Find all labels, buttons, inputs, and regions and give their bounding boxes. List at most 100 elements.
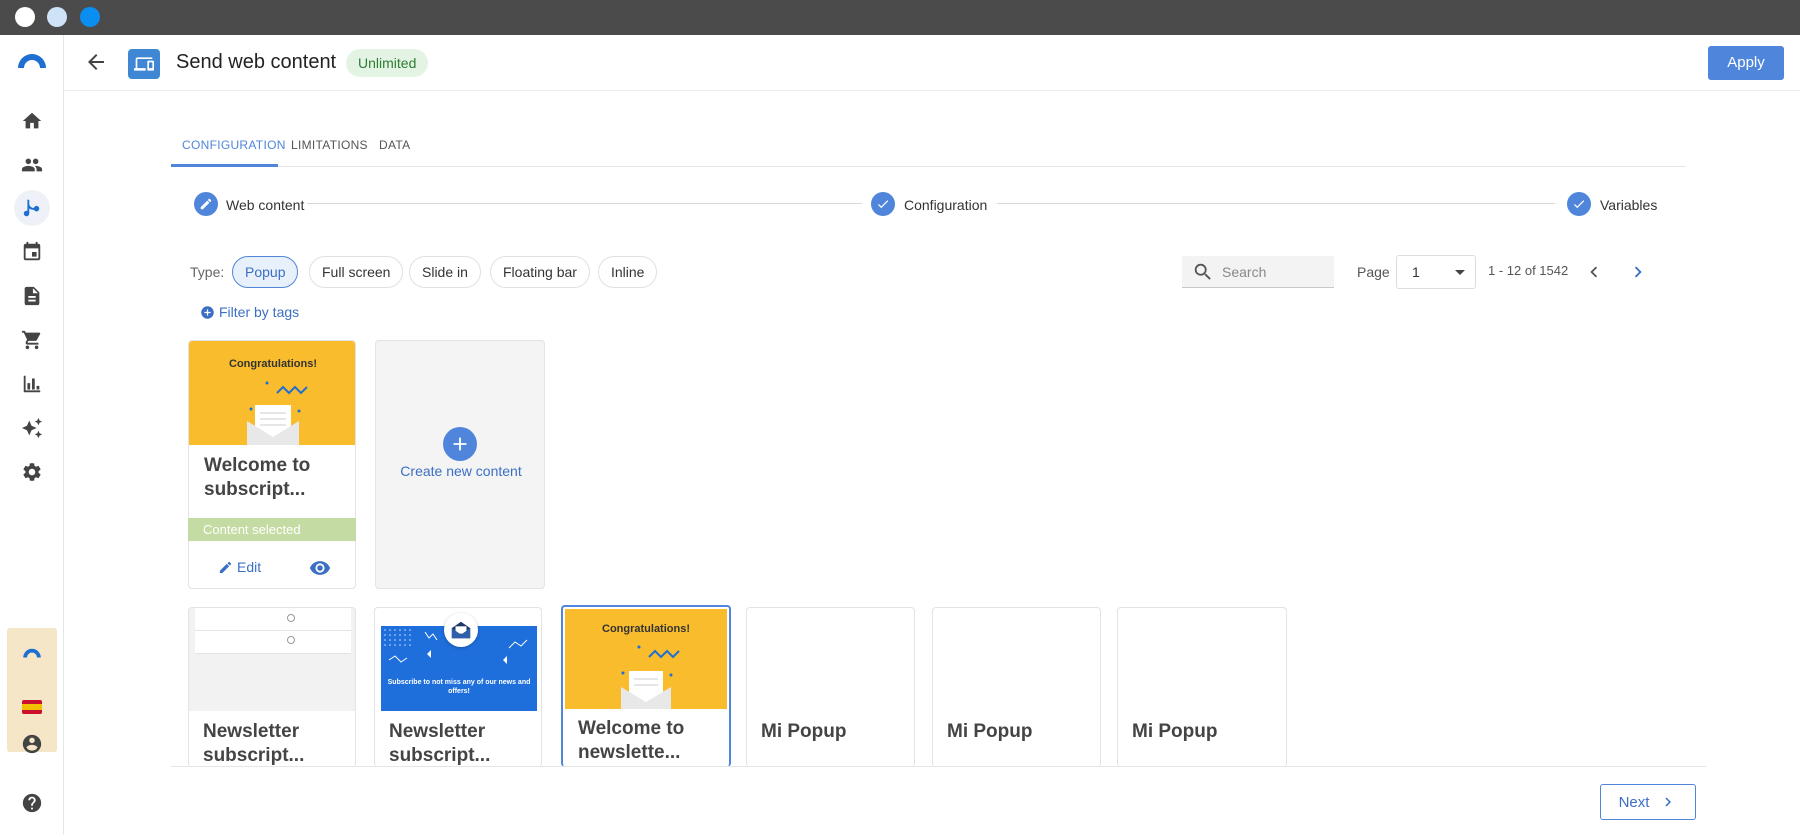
check-icon — [1573, 200, 1585, 209]
card-title: Welcome to newslette... — [578, 717, 684, 765]
card-title-line: Welcome to — [204, 455, 311, 476]
page-select-value: 1 — [1412, 264, 1420, 280]
envelope-illustration-icon — [247, 381, 308, 445]
spain-flag-icon — [22, 700, 42, 714]
search-field[interactable] — [1182, 256, 1334, 288]
footer-divider — [171, 766, 1706, 767]
cart-icon[interactable] — [20, 328, 44, 352]
create-new-content-card[interactable]: Create new content — [375, 340, 545, 589]
caret-down-icon — [1455, 270, 1465, 275]
tab-bar: CONFIGURATION LIMITATIONS DATA — [171, 125, 1686, 167]
add-icon — [443, 427, 477, 461]
filter-by-tags-label: Filter by tags — [219, 304, 300, 320]
card-title-line: Newsletter — [203, 721, 300, 742]
edit-button[interactable]: Edit — [218, 559, 261, 575]
minimize-window-button[interactable] — [47, 7, 67, 27]
envelope-illustration-icon — [621, 645, 680, 709]
card-title-line: subscript... — [204, 479, 306, 500]
type-chip-floating-bar[interactable]: Floating bar — [490, 256, 590, 288]
people-icon[interactable] — [20, 153, 44, 177]
sparkle-icon[interactable] — [20, 416, 44, 440]
app-logo-icon[interactable] — [16, 48, 48, 72]
card-title: Newsletter subscript... — [389, 720, 490, 767]
apply-button[interactable]: Apply — [1708, 46, 1784, 80]
search-icon — [1194, 263, 1211, 280]
page-label: Page — [1357, 264, 1390, 280]
active-tab-indicator — [171, 164, 278, 167]
window-titlebar — [0, 0, 1800, 35]
account-icon[interactable] — [20, 732, 44, 756]
step-label-variables: Variables — [1600, 197, 1658, 213]
preview-eye-icon[interactable] — [309, 557, 331, 584]
step-configuration[interactable] — [871, 192, 895, 216]
step-variables[interactable] — [1567, 192, 1591, 216]
type-chip-slide-in[interactable]: Slide in — [409, 256, 481, 288]
thumbnail-text: Subscribe to not miss any of our news an… — [387, 679, 531, 695]
tab-data[interactable]: DATA — [379, 138, 410, 152]
pencil-icon — [219, 561, 232, 573]
filter-by-tags-link[interactable]: Filter by tags — [200, 304, 299, 320]
next-label: Next — [1618, 793, 1650, 811]
card-title: Newsletter subscript... — [203, 720, 304, 767]
card-title: Mi Popup — [1132, 721, 1218, 742]
stepper-connector — [997, 203, 1555, 204]
card-title: Welcome to subscript... — [204, 454, 310, 502]
page-title: Send web content — [176, 51, 337, 73]
type-chip-inline[interactable]: Inline — [598, 256, 658, 288]
next-button[interactable]: Next — [1600, 784, 1696, 820]
help-icon[interactable] — [20, 791, 44, 815]
chevron-right-icon — [1665, 797, 1672, 807]
pagination-range: 1 - 12 of 1542 — [1488, 263, 1569, 278]
web-content-icon — [128, 49, 160, 79]
card-thumbnail: Congratulations! — [565, 609, 727, 709]
calendar-icon[interactable] — [20, 240, 44, 264]
bar-chart-icon[interactable] — [20, 372, 44, 396]
type-chip-full-screen[interactable]: Full screen — [309, 256, 404, 288]
previous-page-button[interactable] — [1581, 259, 1607, 285]
content-selected-banner: Content selected — [188, 518, 356, 541]
page-header: Send web content Unlimited Apply — [64, 35, 1800, 91]
stepper-connector — [307, 203, 862, 204]
content-card[interactable]: Mi Popup — [932, 607, 1101, 767]
step-label-web-content: Web content — [226, 197, 305, 213]
tab-limitations[interactable]: LIMITATIONS — [291, 138, 368, 152]
flow-icon[interactable] — [20, 196, 44, 220]
tab-configuration[interactable]: CONFIGURATION — [182, 138, 286, 152]
status-badge: Unlimited — [346, 49, 429, 77]
card-title-line: Welcome to — [578, 718, 685, 739]
back-arrow-icon[interactable] — [84, 50, 110, 76]
add-circle-icon — [201, 305, 214, 319]
gear-icon[interactable] — [20, 460, 44, 484]
card-thumbnail: Congratulations! — [189, 341, 355, 445]
content-card[interactable]: Newsletter subscript... — [188, 607, 356, 767]
content-card-highlighted[interactable]: Congratulations! Welcome to newslette... — [561, 605, 731, 767]
next-page-button[interactable] — [1625, 259, 1651, 285]
card-title: Mi Popup — [947, 721, 1033, 742]
chevron-right-icon — [1634, 266, 1642, 278]
content-card[interactable]: Mi Popup — [1117, 607, 1287, 767]
maximize-window-button[interactable] — [80, 7, 100, 27]
type-chip-popup[interactable]: Popup — [232, 256, 299, 288]
create-new-content-label: Create new content — [400, 463, 522, 479]
page-select[interactable]: 1 — [1396, 255, 1476, 289]
pencil-icon — [200, 198, 212, 210]
step-web-content[interactable] — [194, 192, 218, 216]
step-label-configuration: Configuration — [904, 197, 988, 213]
card-thumbnail — [189, 608, 355, 711]
edit-label: Edit — [237, 559, 262, 575]
card-title-line: Newsletter — [389, 721, 486, 742]
thumbnail-table — [195, 608, 351, 654]
content-card[interactable]: Mi Popup — [746, 607, 915, 767]
home-icon[interactable] — [20, 109, 44, 133]
open-envelope-icon — [444, 613, 478, 647]
card-title-line: newslette... — [578, 742, 681, 763]
content-card[interactable]: Subscribe to not miss any of our news an… — [374, 607, 542, 767]
chevron-left-icon — [1590, 266, 1598, 278]
check-icon — [877, 200, 889, 209]
document-icon[interactable] — [20, 284, 44, 308]
content-card-selected[interactable]: Congratulations! Welcome to subscript...… — [188, 340, 356, 589]
card-title: Mi Popup — [761, 721, 847, 742]
type-label: Type: — [190, 264, 225, 280]
search-input[interactable] — [1222, 262, 1327, 282]
close-window-button[interactable] — [15, 7, 35, 27]
